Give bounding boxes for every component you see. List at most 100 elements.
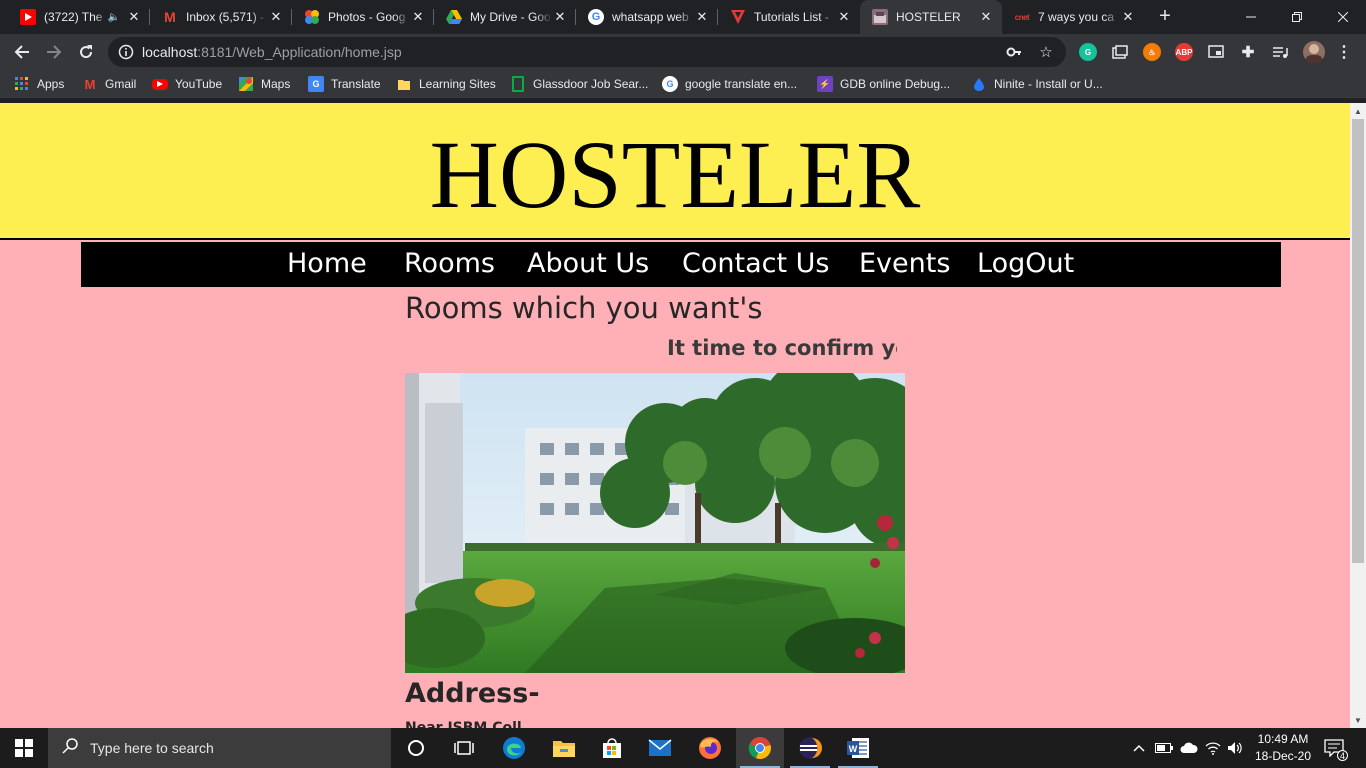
grammarly-icon[interactable]: G xyxy=(1079,43,1097,61)
tab-title: HOSTELER xyxy=(896,10,961,24)
tutorials-icon xyxy=(730,9,746,25)
bookmark-gmail[interactable]: M Gmail xyxy=(82,76,137,92)
site-header: HOSTELER xyxy=(0,103,1350,240)
page-viewport: HOSTELER Home Rooms About Us Contact Us … xyxy=(0,103,1350,728)
apps-grid-icon xyxy=(14,76,30,92)
browser-tab[interactable]: M Inbox (5,571) - ✕ xyxy=(150,0,292,34)
more-menu-icon[interactable]: ⋮ xyxy=(1335,43,1353,61)
reload-button[interactable] xyxy=(72,38,100,66)
browser-tab[interactable]: (3722) The 🔈 ✕ xyxy=(8,0,150,34)
cortana-icon[interactable] xyxy=(392,728,440,768)
nav-events[interactable]: Events xyxy=(859,248,950,279)
page-scrollbar[interactable]: ▲ ▼ xyxy=(1350,103,1366,728)
chrome-icon[interactable] xyxy=(736,728,784,768)
bookmark-label: Glassdoor Job Sear... xyxy=(533,77,649,91)
wifi-icon[interactable] xyxy=(1202,728,1224,768)
bookmark-maps[interactable]: Maps xyxy=(238,76,290,92)
bookmark-label: Learning Sites xyxy=(419,77,496,91)
microsoft-store-icon[interactable] xyxy=(588,728,636,768)
minimize-button[interactable] xyxy=(1228,0,1274,34)
nav-about-us[interactable]: About Us xyxy=(527,248,649,279)
key-icon[interactable] xyxy=(1006,44,1022,60)
task-view-icon[interactable] xyxy=(440,728,488,768)
speaker-muted-icon[interactable]: 🔈 xyxy=(108,12,120,23)
address-text: Near ISBM Coll... xyxy=(405,720,538,728)
nav-contact-us[interactable]: Contact Us xyxy=(682,248,829,279)
tab-manager-icon[interactable] xyxy=(1111,43,1129,61)
browser-tab[interactable]: Tutorials List - ✕ xyxy=(718,0,860,34)
close-tab-icon[interactable]: ✕ xyxy=(410,9,426,25)
edge-icon[interactable] xyxy=(490,728,538,768)
tab-title: whatsapp web xyxy=(612,10,689,24)
restore-button[interactable] xyxy=(1274,0,1320,34)
media-controls-icon[interactable] xyxy=(1271,43,1289,61)
close-tab-icon[interactable]: ✕ xyxy=(126,9,142,25)
scroll-up-arrow-icon[interactable]: ▲ xyxy=(1350,103,1366,119)
browser-tab[interactable]: My Drive - Goo ✕ xyxy=(434,0,576,34)
site-info-icon[interactable] xyxy=(118,44,134,60)
scroll-down-arrow-icon[interactable]: ▼ xyxy=(1350,712,1366,728)
browser-tab[interactable]: cnet 7 ways you ca ✕ xyxy=(1002,0,1144,34)
new-tab-button[interactable]: + xyxy=(1154,5,1176,27)
close-tab-icon[interactable]: ✕ xyxy=(268,9,284,25)
close-tab-icon[interactable]: ✕ xyxy=(836,9,852,25)
bookmark-label: YouTube xyxy=(175,77,223,91)
volume-icon[interactable] xyxy=(1224,728,1246,768)
campus-image xyxy=(405,373,905,673)
ninite-icon xyxy=(971,76,987,92)
back-button[interactable] xyxy=(8,38,36,66)
address-heading: Address- xyxy=(405,678,540,709)
url-text[interactable]: localhost:8181/Web_Application/home.jsp xyxy=(142,44,402,60)
tray-chevron-up-icon[interactable] xyxy=(1130,728,1148,768)
bookmark-learning-sites[interactable]: Learning Sites xyxy=(396,76,496,92)
scroll-thumb[interactable] xyxy=(1352,119,1364,563)
svg-text:W: W xyxy=(849,744,858,754)
bookmark-star-icon[interactable]: ☆ xyxy=(1038,44,1054,61)
tab-title: Tutorials List - xyxy=(754,10,829,24)
close-tab-icon[interactable]: ✕ xyxy=(694,9,710,25)
battery-icon[interactable] xyxy=(1153,728,1175,768)
file-explorer-icon[interactable] xyxy=(540,728,588,768)
nav-home[interactable]: Home xyxy=(287,248,367,279)
address-bar[interactable]: localhost:8181/Web_Application/home.jsp … xyxy=(108,37,1066,67)
close-tab-icon[interactable]: ✕ xyxy=(978,9,994,25)
adblock-plus-icon[interactable]: ABP xyxy=(1175,43,1193,61)
profile-avatar[interactable] xyxy=(1303,41,1325,63)
bookmark-youtube[interactable]: YouTube xyxy=(152,76,222,92)
close-tab-icon[interactable]: ✕ xyxy=(1120,9,1136,25)
browser-tab[interactable]: G whatsapp web ✕ xyxy=(576,0,718,34)
nav-rooms[interactable]: Rooms xyxy=(404,248,495,279)
close-window-button[interactable] xyxy=(1320,0,1366,34)
close-tab-icon[interactable]: ✕ xyxy=(552,9,568,25)
bookmark-ninite[interactable]: Ninite - Install or U... xyxy=(971,76,1103,92)
word-icon[interactable]: W xyxy=(834,728,882,768)
browser-tab[interactable]: Photos - Goog ✕ xyxy=(292,0,434,34)
browser-tab-active[interactable]: HOSTELER ✕ xyxy=(860,0,1002,34)
bookmark-apps[interactable]: Apps xyxy=(14,76,64,92)
onedrive-cloud-icon[interactable] xyxy=(1178,728,1200,768)
windows-start-button[interactable] xyxy=(0,728,48,768)
eclipse-icon[interactable] xyxy=(786,728,834,768)
bookmark-google-translate[interactable]: G google translate en... xyxy=(662,76,797,92)
taskbar-search-box[interactable]: Type here to search xyxy=(48,728,391,768)
notifications-icon[interactable]: 4 xyxy=(1320,728,1348,768)
tab-title: Photos - Goog xyxy=(328,10,406,24)
nav-logout[interactable]: LogOut xyxy=(977,248,1074,279)
firefox-icon[interactable] xyxy=(686,728,734,768)
google-icon: G xyxy=(588,9,604,25)
bookmark-label: Ninite - Install or U... xyxy=(994,77,1103,91)
extension-fire-icon[interactable]: ♨ xyxy=(1143,43,1161,61)
gmail-icon: M xyxy=(164,9,176,25)
taskbar-clock[interactable]: 10:49 AM 18-Dec-20 xyxy=(1250,731,1316,765)
clock-time: 10:49 AM xyxy=(1257,732,1309,746)
browser-toolbar: localhost:8181/Web_Application/home.jsp … xyxy=(0,34,1366,70)
mail-icon[interactable] xyxy=(636,728,684,768)
bookmark-glassdoor[interactable]: Glassdoor Job Sear... xyxy=(510,76,648,92)
extensions-puzzle-icon[interactable]: ✚ xyxy=(1239,43,1257,61)
bookmark-gdb-online[interactable]: ⚡ GDB online Debug... xyxy=(817,76,950,92)
forward-button[interactable] xyxy=(40,38,68,66)
cast-icon[interactable] xyxy=(1207,43,1225,61)
bookmark-translate[interactable]: G Translate xyxy=(308,76,381,92)
google-icon: G xyxy=(662,76,678,92)
search-icon xyxy=(62,737,78,759)
